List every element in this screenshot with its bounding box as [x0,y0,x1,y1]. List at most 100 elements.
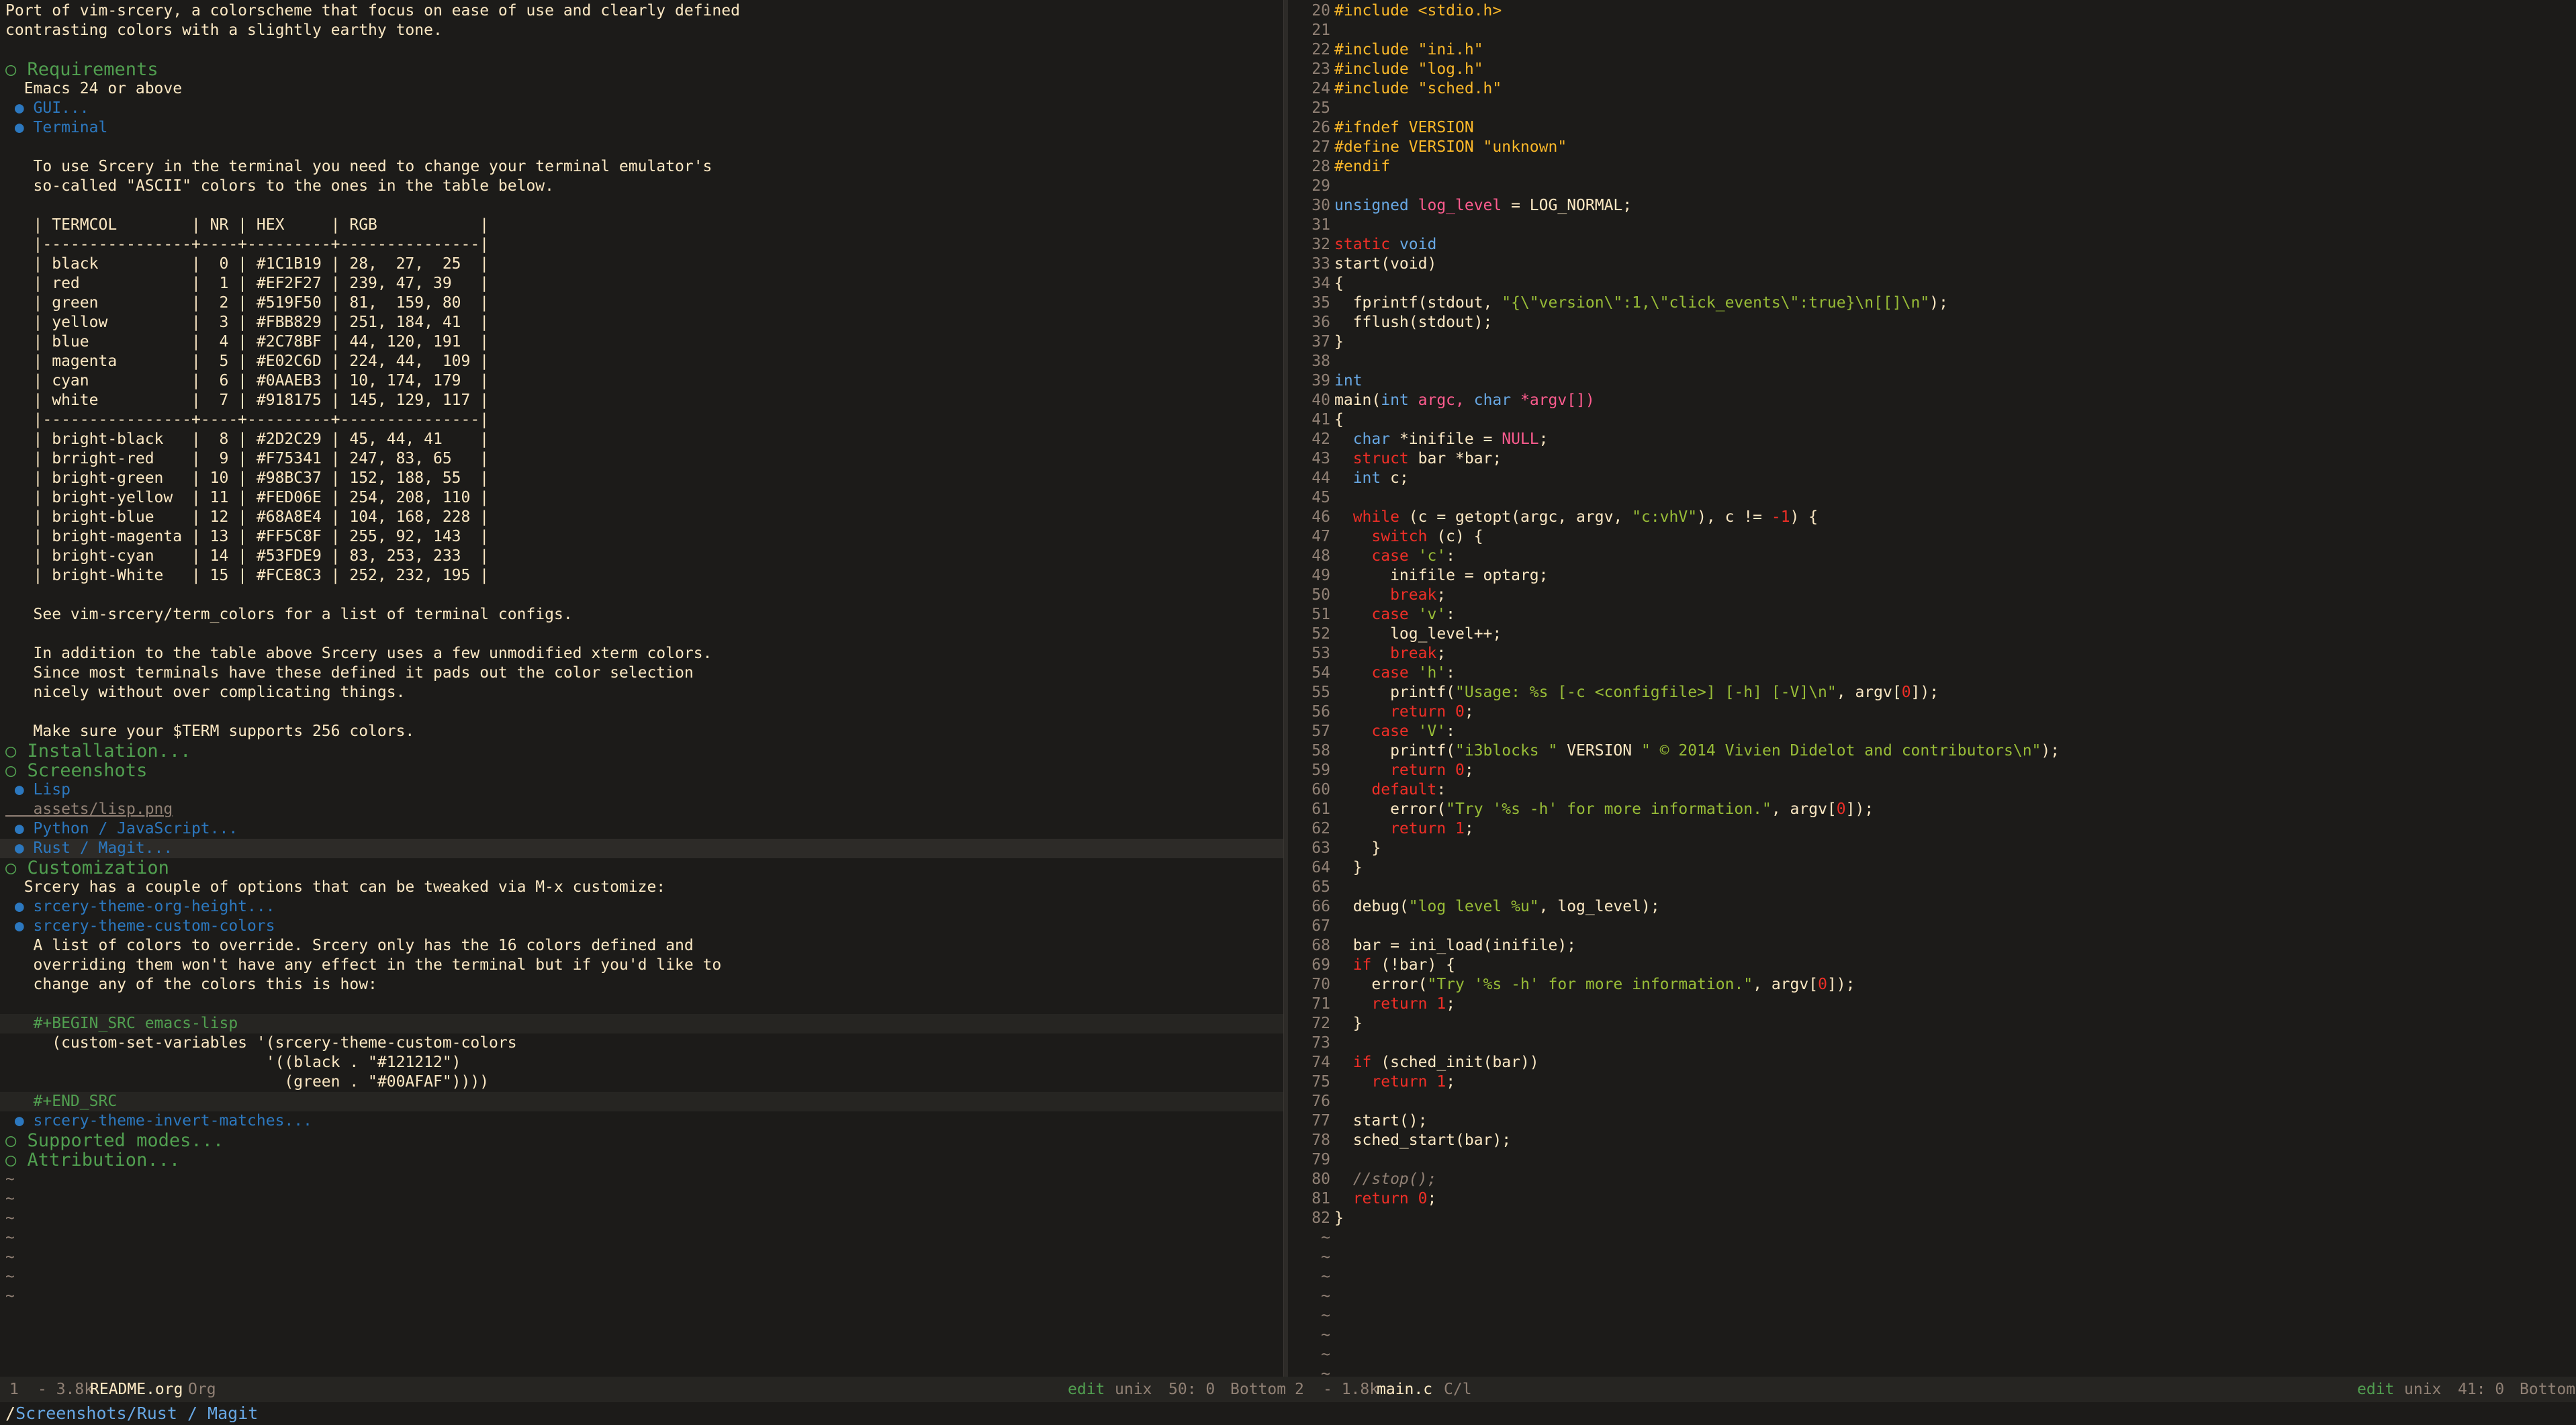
code-line[interactable]: ~ [1287,1267,2576,1287]
code-line[interactable]: 26 #ifndef VERSION [1287,118,2576,138]
code-line[interactable]: 80 //stop(); [1287,1170,2576,1189]
org-line[interactable]: ~ [0,1248,1283,1267]
code-line[interactable]: 49 inifile = optarg; [1287,566,2576,586]
org-line[interactable]: ~ [0,1287,1283,1306]
org-line[interactable] [0,702,1283,722]
code-line[interactable]: 64 } [1287,858,2576,878]
org-line[interactable]: ● Python / JavaScript... [0,819,1283,839]
code-line[interactable]: 59 return 0; [1287,761,2576,780]
code-line[interactable]: 36 fflush(stdout); [1287,313,2576,332]
org-line[interactable]: '((black . "#121212") [0,1053,1283,1072]
code-line[interactable]: 23 #include "log.h" [1287,60,2576,79]
code-line[interactable]: 70 error("Try '%s -h' for more informati… [1287,975,2576,995]
org-line[interactable]: | TERMCOL | NR | HEX | RGB | [0,216,1283,235]
code-line[interactable]: 25 [1287,99,2576,118]
org-line[interactable]: See vim-srcery/term_colors for a list of… [0,605,1283,625]
org-line[interactable]: | red | 1 | #EF2F27 | 239, 47, 39 | [0,274,1283,293]
code-line[interactable]: 79 [1287,1150,2576,1170]
code-line[interactable]: 34{ [1287,274,2576,293]
org-line[interactable]: | green | 2 | #519F50 | 81, 159, 80 | [0,293,1283,313]
org-line[interactable] [0,40,1283,60]
code-line[interactable]: ~ [1287,1365,2576,1377]
code-line[interactable]: 71 return 1; [1287,995,2576,1014]
code-line[interactable]: ~ [1287,1248,2576,1267]
org-line[interactable]: ● srcery-theme-org-height... [0,897,1283,917]
code-line[interactable]: 42 char *inifile = NULL; [1287,430,2576,449]
code-line[interactable]: 48 case 'c': [1287,547,2576,566]
org-line[interactable]: nicely without over complicating things. [0,683,1283,702]
org-line[interactable]: ○ Customization [0,858,1283,878]
code-line[interactable]: 73 [1287,1033,2576,1053]
code-line[interactable]: 46 while (c = getopt(argc, argv, "c:vhV"… [1287,508,2576,527]
code-line[interactable]: 74 if (sched_init(bar)) [1287,1053,2576,1072]
code-line[interactable]: 39 int [1287,371,2576,391]
code-line[interactable]: 21 [1287,21,2576,40]
org-line[interactable]: (custom-set-variables '(srcery-theme-cus… [0,1033,1283,1053]
code-line[interactable]: 56 return 0; [1287,702,2576,722]
org-line[interactable]: so-called "ASCII" colors to the ones in … [0,177,1283,196]
c-buffer-text[interactable]: 20 #include <stdio.h> 21 22 #include "ini.h"… [1287,0,2576,1377]
code-line[interactable]: 47 switch (c) { [1287,527,2576,547]
code-line[interactable]: ~ [1287,1228,2576,1248]
right-buffer-name[interactable]: main.c [1377,1377,1432,1402]
code-line[interactable]: 30 unsigned log_level = LOG_NORMAL; [1287,196,2576,216]
code-line[interactable]: 24 #include "sched.h" [1287,79,2576,99]
code-line[interactable]: ~ [1287,1326,2576,1345]
org-line[interactable]: ● Lisp [0,780,1283,800]
org-line[interactable]: | bright-cyan | 14 | #53FDE9 | 83, 253, … [0,547,1283,566]
code-line[interactable]: ~ [1287,1345,2576,1365]
org-line[interactable]: ~ [0,1170,1283,1189]
left-major-mode[interactable]: Org [188,1377,216,1402]
org-line[interactable]: #+BEGIN_SRC emacs-lisp [0,1014,1283,1033]
code-line[interactable]: 76 [1287,1092,2576,1111]
code-line[interactable]: 54 case 'h': [1287,663,2576,683]
code-line[interactable]: 78 sched_start(bar); [1287,1131,2576,1150]
org-line[interactable]: ○ Supported modes... [0,1131,1283,1150]
code-line[interactable]: 29 [1287,177,2576,196]
org-line[interactable]: Port of vim-srcery, a colorscheme that f… [0,1,1283,21]
org-line[interactable]: | cyan | 6 | #0AAEB3 | 10, 174, 179 | [0,371,1283,391]
org-line[interactable]: Since most terminals have these defined … [0,663,1283,683]
code-line[interactable]: 35 fprintf(stdout, "{\"version\":1,\"cli… [1287,293,2576,313]
code-line[interactable]: 75 return 1; [1287,1072,2576,1092]
org-line[interactable]: contrasting colors with a slightly earth… [0,21,1283,40]
code-line[interactable]: 60 default: [1287,780,2576,800]
org-line[interactable]: ~ [0,1209,1283,1228]
code-line[interactable]: 81 return 0; [1287,1189,2576,1209]
org-line[interactable]: ○ Screenshots [0,761,1283,780]
right-major-mode[interactable]: C/l [1444,1377,1472,1402]
org-line[interactable]: ○ Installation... [0,741,1283,761]
org-line[interactable]: | bright-blue | 12 | #68A8E4 | 104, 168,… [0,508,1283,527]
org-line[interactable] [0,138,1283,157]
code-line[interactable]: 32 static void [1287,235,2576,255]
org-line[interactable]: |----------------+----+---------+-------… [0,235,1283,255]
code-line[interactable]: ~ [1287,1306,2576,1326]
code-line[interactable]: 28 #endif [1287,157,2576,177]
org-line[interactable] [0,196,1283,216]
code-line[interactable]: 68 bar = ini_load(inifile); [1287,936,2576,956]
org-line[interactable]: ● GUI... [0,99,1283,118]
org-line[interactable]: ○ Attribution... [0,1150,1283,1170]
code-line[interactable]: 27 #define VERSION "unknown" [1287,138,2576,157]
code-line[interactable]: ~ [1287,1287,2576,1306]
code-line[interactable]: 53 break; [1287,644,2576,663]
org-line[interactable]: | black | 0 | #1C1B19 | 28, 27, 25 | [0,255,1283,274]
org-line[interactable]: ~ [0,1267,1283,1287]
code-line[interactable]: 43 struct bar *bar; [1287,449,2576,469]
org-line[interactable]: | bright-White | 15 | #FCE8C3 | 252, 232… [0,566,1283,586]
code-line[interactable]: 61 error("Try '%s -h' for more informati… [1287,800,2576,819]
org-line[interactable]: | white | 7 | #918175 | 145, 129, 117 | [0,391,1283,410]
code-line[interactable]: 67 [1287,917,2576,936]
org-line[interactable]: assets/lisp.png [0,800,1283,819]
code-line[interactable]: 77 start(); [1287,1111,2576,1131]
code-line[interactable]: 72 } [1287,1014,2576,1033]
org-line[interactable]: To use Srcery in the terminal you need t… [0,157,1283,177]
code-line[interactable]: 44 int c; [1287,469,2576,488]
code-line[interactable]: 37} [1287,332,2576,352]
code-line[interactable]: 52 log_level++; [1287,625,2576,644]
org-line[interactable]: Make sure your $TERM supports 256 colors… [0,722,1283,741]
org-line[interactable]: (green . "#00AFAF")))) [0,1072,1283,1092]
code-line[interactable]: 50 break; [1287,586,2576,605]
org-line[interactable]: #+END_SRC [0,1092,1283,1111]
code-line[interactable]: 57 case 'V': [1287,722,2576,741]
